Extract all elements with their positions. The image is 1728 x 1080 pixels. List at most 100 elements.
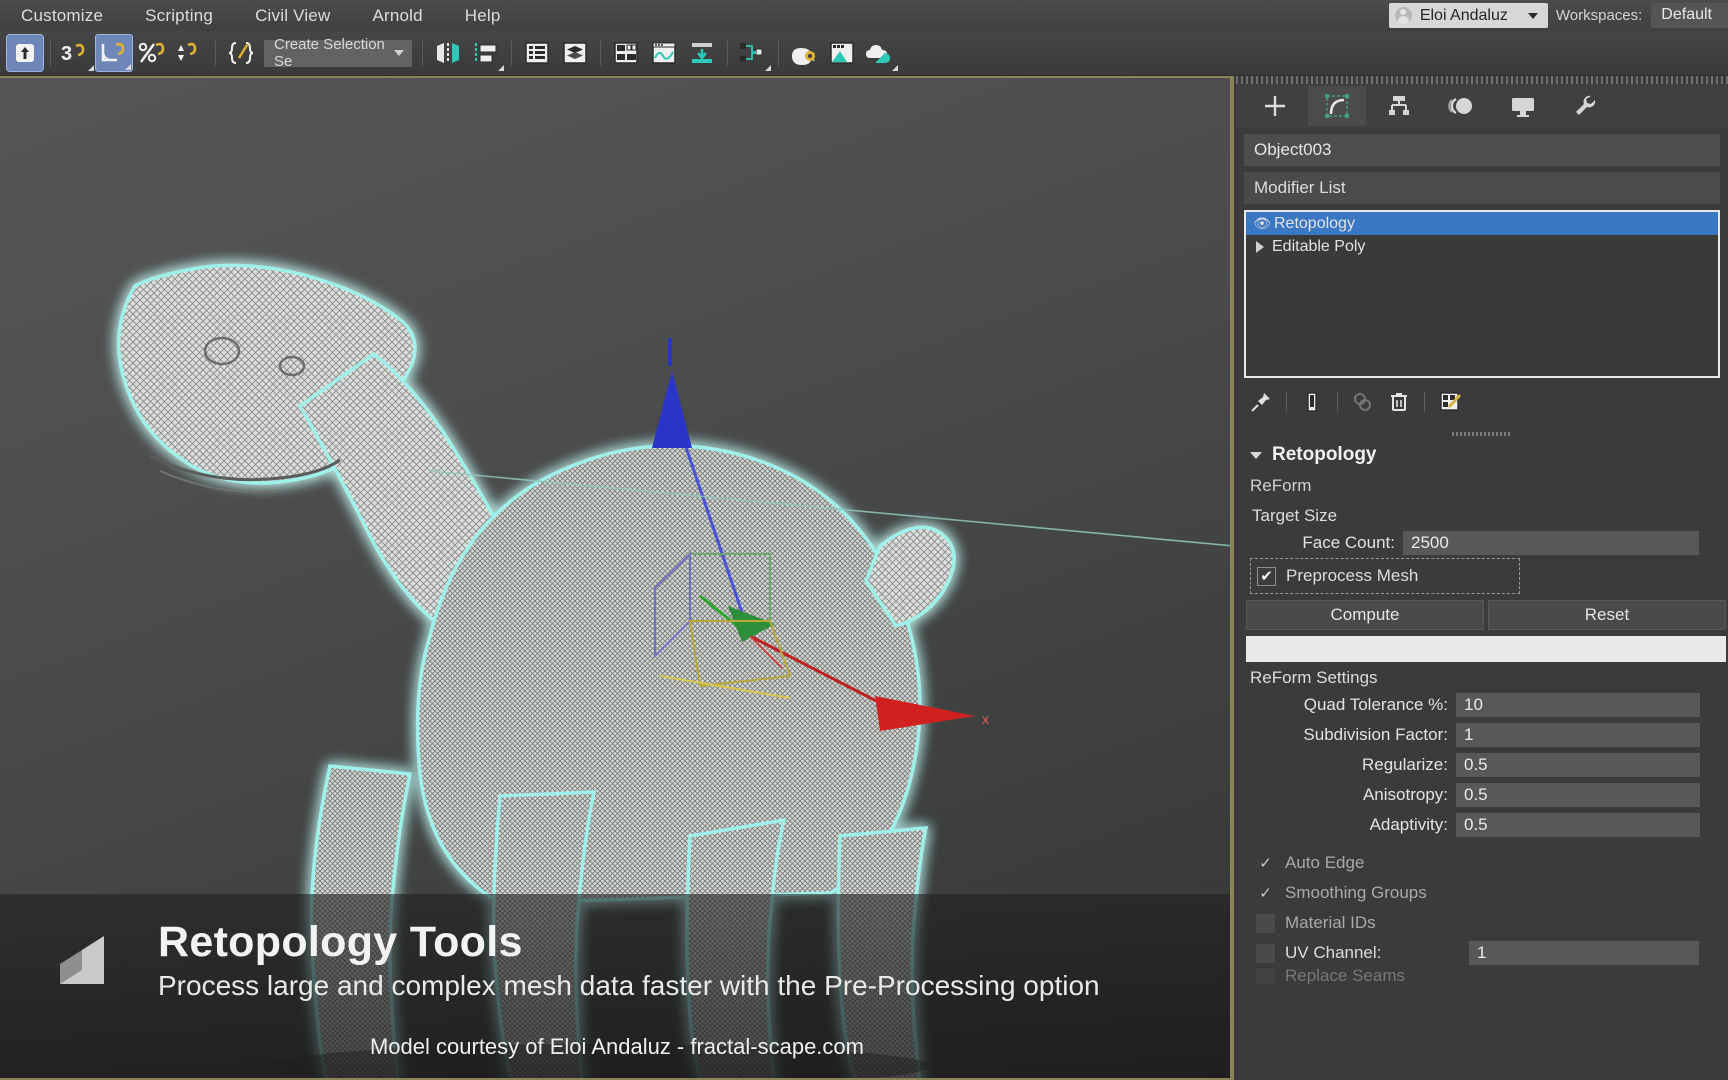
replace-seams-row[interactable]: Replace Seams <box>1236 968 1728 984</box>
schematic-view-icon[interactable] <box>734 34 772 72</box>
percent-snap-icon[interactable] <box>133 34 171 72</box>
checkbox-unchecked-icon[interactable] <box>1256 913 1275 933</box>
chevron-down-icon <box>394 50 404 56</box>
preprocess-mesh-checkbox-row[interactable]: ✔ Preprocess Mesh <box>1251 561 1519 591</box>
regularize-input[interactable]: 0.5 <box>1456 753 1700 777</box>
render-setup-icon[interactable] <box>683 34 721 72</box>
make-unique-icon[interactable] <box>1346 385 1380 419</box>
show-end-result-icon[interactable] <box>1295 385 1329 419</box>
render-in-cloud-icon[interactable] <box>861 34 899 72</box>
compute-button[interactable]: Compute <box>1246 600 1484 630</box>
utilities-tab[interactable] <box>1556 86 1614 126</box>
selection-set-value: Create Selection Se <box>274 36 385 70</box>
auto-edge-row[interactable]: ✓ Auto Edge <box>1236 848 1728 878</box>
user-name-label: Eloi Andaluz <box>1419 6 1508 24</box>
menu-item-customize[interactable]: Customize <box>0 6 124 26</box>
menu-bar: Customize Scripting Civil View Arnold He… <box>0 0 1728 31</box>
modifier-stack-toolbar <box>1244 378 1720 426</box>
user-account-dropdown[interactable]: Eloi Andaluz <box>1388 3 1548 28</box>
selection-set-dropdown[interactable]: Create Selection Se <box>264 36 412 70</box>
toolbar-separator <box>727 40 728 66</box>
face-count-input[interactable]: 2500 <box>1403 531 1699 555</box>
modifier-stack[interactable]: 👁 Retopology Editable Poly <box>1244 210 1720 378</box>
preprocess-mesh-group: ✔ Preprocess Mesh <box>1250 558 1520 594</box>
flyout-corner-icon <box>88 65 94 71</box>
angle-snap-icon[interactable] <box>95 34 133 72</box>
toolbar-separator <box>511 40 512 66</box>
3dsmax-window: Customize Scripting Civil View Arnold He… <box>0 0 1728 1080</box>
workspace-selector[interactable]: Default <box>1651 3 1728 28</box>
hierarchy-tab[interactable] <box>1370 86 1428 126</box>
smoothing-groups-row[interactable]: ✓ Smoothing Groups <box>1236 878 1728 908</box>
mirror-icon[interactable] <box>429 34 467 72</box>
configure-modifier-sets-icon[interactable] <box>1433 385 1467 419</box>
replace-seams-label: Replace Seams <box>1285 968 1406 984</box>
modifier-stack-item-retopology[interactable]: 👁 Retopology <box>1246 212 1718 235</box>
subdivision-factor-input[interactable]: 1 <box>1456 723 1700 747</box>
uv-channel-row[interactable]: UV Channel: 1 <box>1236 938 1728 968</box>
render-production-icon[interactable] <box>785 34 823 72</box>
plus-icon <box>1265 96 1285 116</box>
layer-explorer-icon[interactable] <box>518 34 556 72</box>
menu-item-scripting[interactable]: Scripting <box>124 6 234 26</box>
checkbox-checked-icon[interactable]: ✓ <box>1256 854 1275 873</box>
flyout-corner-icon <box>892 65 898 71</box>
pin-stack-icon[interactable] <box>1244 385 1278 419</box>
target-size-label: Target Size <box>1252 506 1338 525</box>
display-monitor-icon <box>1512 98 1534 117</box>
curve-editor-icon[interactable] <box>645 34 683 72</box>
create-tab[interactable] <box>1246 86 1304 126</box>
toolbar-separator <box>1337 392 1338 412</box>
modifier-label: Retopology <box>1274 214 1355 232</box>
select-object-icon[interactable] <box>6 34 44 72</box>
adaptivity-input[interactable]: 0.5 <box>1456 813 1700 837</box>
checkbox-unchecked-icon[interactable] <box>1256 943 1275 963</box>
spinner-snap-icon[interactable] <box>171 34 209 72</box>
material-ids-row[interactable]: Material IDs <box>1236 908 1728 938</box>
named-selection-sets-icon[interactable] <box>222 34 260 72</box>
toolbar-separator <box>422 40 423 66</box>
triangle-right-icon[interactable] <box>1256 240 1264 253</box>
anisotropy-row: Anisotropy: 0.5 <box>1236 780 1728 810</box>
retopology-rollout-header[interactable]: Retopology <box>1236 440 1728 472</box>
algorithm-label: ReForm <box>1250 476 1312 495</box>
command-panel: Object003 Modifier List 👁 Retopology Edi… <box>1236 76 1728 1080</box>
quad-tolerance-input[interactable]: 10 <box>1456 693 1700 717</box>
object-name-field[interactable]: Object003 <box>1244 134 1720 166</box>
remove-modifier-icon[interactable] <box>1382 385 1416 419</box>
main-toolbar: 3 Create Selection Se <box>0 31 1728 76</box>
toolbar-separator <box>600 40 601 66</box>
viewport[interactable]: x Retopology Tools Process large and com… <box>0 76 1234 1080</box>
menu-item-help[interactable]: Help <box>444 6 522 26</box>
eye-icon[interactable]: 👁 <box>1250 215 1274 232</box>
menu-item-civil-view[interactable]: Civil View <box>234 6 351 26</box>
anisotropy-label: Anisotropy: <box>1362 785 1448 804</box>
compute-reset-row: Compute Reset <box>1246 600 1726 630</box>
percent-degree-snap-icon[interactable]: 3 <box>57 34 95 72</box>
command-panel-tabs <box>1236 84 1728 128</box>
menu-item-arnold[interactable]: Arnold <box>351 6 443 26</box>
align-icon[interactable] <box>467 34 505 72</box>
preprocess-mesh-label: Preprocess Mesh <box>1286 566 1419 585</box>
reset-button[interactable]: Reset <box>1488 600 1726 630</box>
checkbox-unchecked-icon[interactable] <box>1256 968 1275 984</box>
uv-channel-input[interactable]: 1 <box>1469 941 1699 965</box>
motion-tab[interactable] <box>1432 86 1490 126</box>
modifier-stack-item-editable-poly[interactable]: Editable Poly <box>1246 235 1718 258</box>
auto-edge-label: Auto Edge <box>1285 853 1365 872</box>
checkbox-checked-icon[interactable]: ✔ <box>1257 566 1276 586</box>
rollout-title: Retopology <box>1272 444 1377 465</box>
rendered-frame-window-icon[interactable] <box>823 34 861 72</box>
layer-manager-icon[interactable] <box>556 34 594 72</box>
flyout-corner-icon <box>498 65 504 71</box>
panel-drag-handle[interactable] <box>1236 76 1728 84</box>
compact-material-editor-icon[interactable] <box>607 34 645 72</box>
anisotropy-input[interactable]: 0.5 <box>1456 783 1700 807</box>
modify-tab[interactable] <box>1308 86 1366 126</box>
toolbar-separator <box>1286 392 1287 412</box>
face-count-label: Face Count: <box>1302 533 1395 552</box>
triangle-down-icon <box>1250 451 1262 459</box>
display-tab[interactable] <box>1494 86 1552 126</box>
modifier-list-dropdown[interactable]: Modifier List <box>1244 172 1720 204</box>
checkbox-checked-icon[interactable]: ✓ <box>1256 884 1275 903</box>
